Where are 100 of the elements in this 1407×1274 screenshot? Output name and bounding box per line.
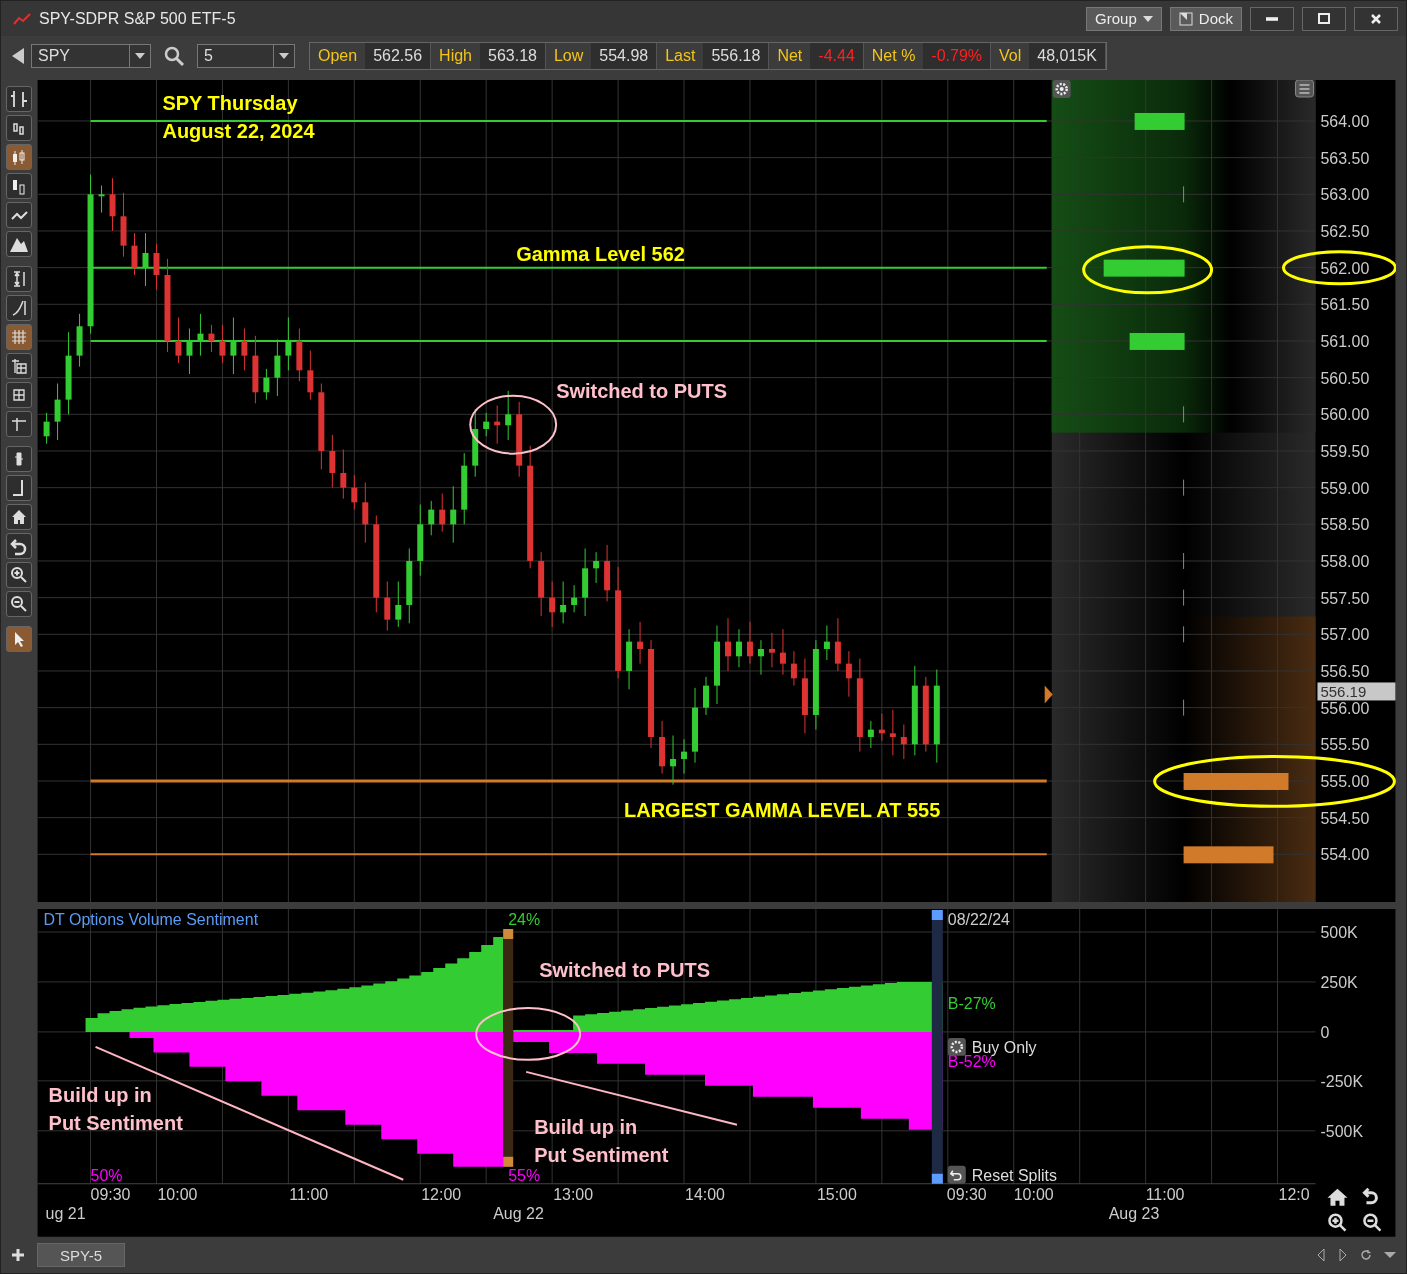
quote-label: Net	[776, 47, 804, 65]
zoom-in-tool-button[interactable]	[6, 562, 32, 588]
candlestick	[626, 628, 633, 690]
menu-icon[interactable]	[1295, 80, 1314, 98]
maximize-icon	[1318, 12, 1330, 25]
candlestick	[274, 339, 281, 397]
time-label: 10:00	[1013, 1186, 1054, 1204]
candlestick	[768, 632, 775, 668]
interval-dropdown[interactable]: 5	[197, 44, 295, 68]
time-label: 12:0	[1278, 1186, 1310, 1204]
minimize-icon	[1266, 16, 1278, 21]
price-label: 558.50	[1320, 516, 1370, 534]
candlestick	[307, 350, 314, 401]
zoom-out-tool-button[interactable]	[6, 591, 32, 617]
percent-label: B-27%	[947, 995, 996, 1013]
pointer-tool-button[interactable]	[6, 626, 32, 652]
percent-label: 55%	[508, 1167, 541, 1185]
undo-tool-button[interactable]	[6, 533, 32, 559]
refresh-icon[interactable]	[1360, 1249, 1372, 1261]
search-icon[interactable]	[163, 45, 185, 67]
short-bar-tool-button[interactable]	[6, 475, 32, 501]
candlestick	[131, 232, 138, 276]
pane-title: DT Options Volume Sentiment	[43, 911, 259, 929]
dock-button[interactable]: Dock	[1169, 6, 1242, 31]
price-label: 560.00	[1320, 406, 1370, 424]
bar-chart-tool-button[interactable]	[6, 115, 32, 141]
undo-icon	[9, 536, 29, 556]
volume-axis-label: -250K	[1320, 1073, 1364, 1091]
vertical-range-tool-button[interactable]	[6, 266, 32, 292]
curve-scale-tool-button[interactable]	[6, 295, 32, 321]
candlestick	[153, 243, 160, 291]
price-bar-tool-button[interactable]	[6, 446, 32, 472]
symbol-dropdown[interactable]: SPY	[31, 44, 151, 68]
caret-icon	[279, 53, 289, 59]
price-label: 555.00	[1320, 773, 1370, 790]
crosshair-tool-button[interactable]	[6, 411, 32, 437]
group-dropdown[interactable]: Group	[1086, 6, 1162, 31]
close-icon[interactable]	[1354, 6, 1398, 31]
quote-value: -0.79%	[923, 43, 991, 69]
grid-tool-button[interactable]	[6, 324, 32, 350]
time-label: 15:00	[816, 1186, 857, 1204]
chart-tab[interactable]: SPY-5	[37, 1243, 125, 1267]
time-label: 11:00	[289, 1186, 329, 1204]
candlestick-tool-button[interactable]	[6, 144, 32, 170]
price-label: 563.00	[1320, 186, 1370, 204]
chart-annotation: LARGEST GAMMA LEVEL AT 555	[624, 799, 941, 822]
quote-label: Open	[317, 47, 359, 65]
candlestick	[779, 628, 786, 676]
candlestick	[604, 544, 611, 602]
candlestick	[142, 232, 149, 287]
minimize-button[interactable]	[1250, 6, 1294, 31]
zoom-in-icon[interactable]	[1328, 1213, 1347, 1233]
volume-axis-label: 0	[1320, 1024, 1330, 1042]
price-label: 562.00	[1320, 259, 1370, 277]
area-chart-tool-button[interactable]	[6, 231, 32, 257]
price-label: 557.00	[1320, 626, 1370, 644]
zoom-out-icon[interactable]	[1363, 1213, 1382, 1233]
price-label: 563.50	[1320, 149, 1370, 167]
back-arrow-icon[interactable]	[11, 47, 25, 65]
reset-splits-button[interactable]: Reset Splits	[947, 1166, 1057, 1185]
chart-annotation: Switched to PUTS	[556, 379, 727, 402]
price-label: 557.50	[1320, 589, 1370, 607]
price-label: 561.50	[1320, 296, 1370, 314]
right-arrow-icon[interactable]	[1338, 1248, 1348, 1262]
time-label: 09:30	[90, 1186, 131, 1204]
ohlc-bars-tool-button[interactable]	[6, 86, 32, 112]
add-icon[interactable]	[11, 1248, 25, 1262]
candlestick	[43, 412, 50, 445]
quote-label: Low	[552, 47, 585, 65]
quote-label: High	[438, 47, 473, 65]
window-title: SPY-SDPR S&P 500 ETF-5	[39, 9, 237, 28]
chart-annotation: Switched to PUTS	[539, 959, 710, 982]
home-icon[interactable]	[1327, 1189, 1348, 1207]
candlestick	[889, 709, 896, 756]
candlestick	[637, 621, 644, 665]
candlestick	[285, 317, 292, 371]
price-label: 555.50	[1320, 736, 1370, 754]
undo-icon[interactable]	[1362, 1187, 1378, 1205]
small-grid-tool-button[interactable]	[6, 382, 32, 408]
volume-bars-tool-button[interactable]	[6, 173, 32, 199]
candlestick	[263, 368, 270, 401]
candlestick	[834, 617, 841, 672]
caret-icon[interactable]	[1384, 1251, 1396, 1259]
candlestick	[351, 474, 358, 511]
time-label: 10:00	[157, 1186, 198, 1204]
left-arrow-icon[interactable]	[1316, 1248, 1326, 1262]
line-chart-tool-button[interactable]	[6, 202, 32, 228]
price-label: 556.50	[1320, 663, 1370, 680]
maximize-button[interactable]	[1302, 6, 1346, 31]
chart-annotation: August 22, 2024	[162, 119, 315, 142]
table-tool-button[interactable]	[6, 353, 32, 379]
time-label: 13:00	[553, 1186, 594, 1204]
candlestick	[823, 625, 830, 661]
home-tool-button[interactable]	[6, 504, 32, 530]
candlestick	[120, 192, 127, 258]
chart-annotation: Put Sentiment	[534, 1144, 669, 1167]
chart-annotation: Put Sentiment	[48, 1112, 183, 1135]
chart-annotation: SPY Thursday	[162, 91, 298, 114]
quote-label: Last	[664, 47, 697, 65]
quote-value: 556.18	[703, 43, 769, 69]
